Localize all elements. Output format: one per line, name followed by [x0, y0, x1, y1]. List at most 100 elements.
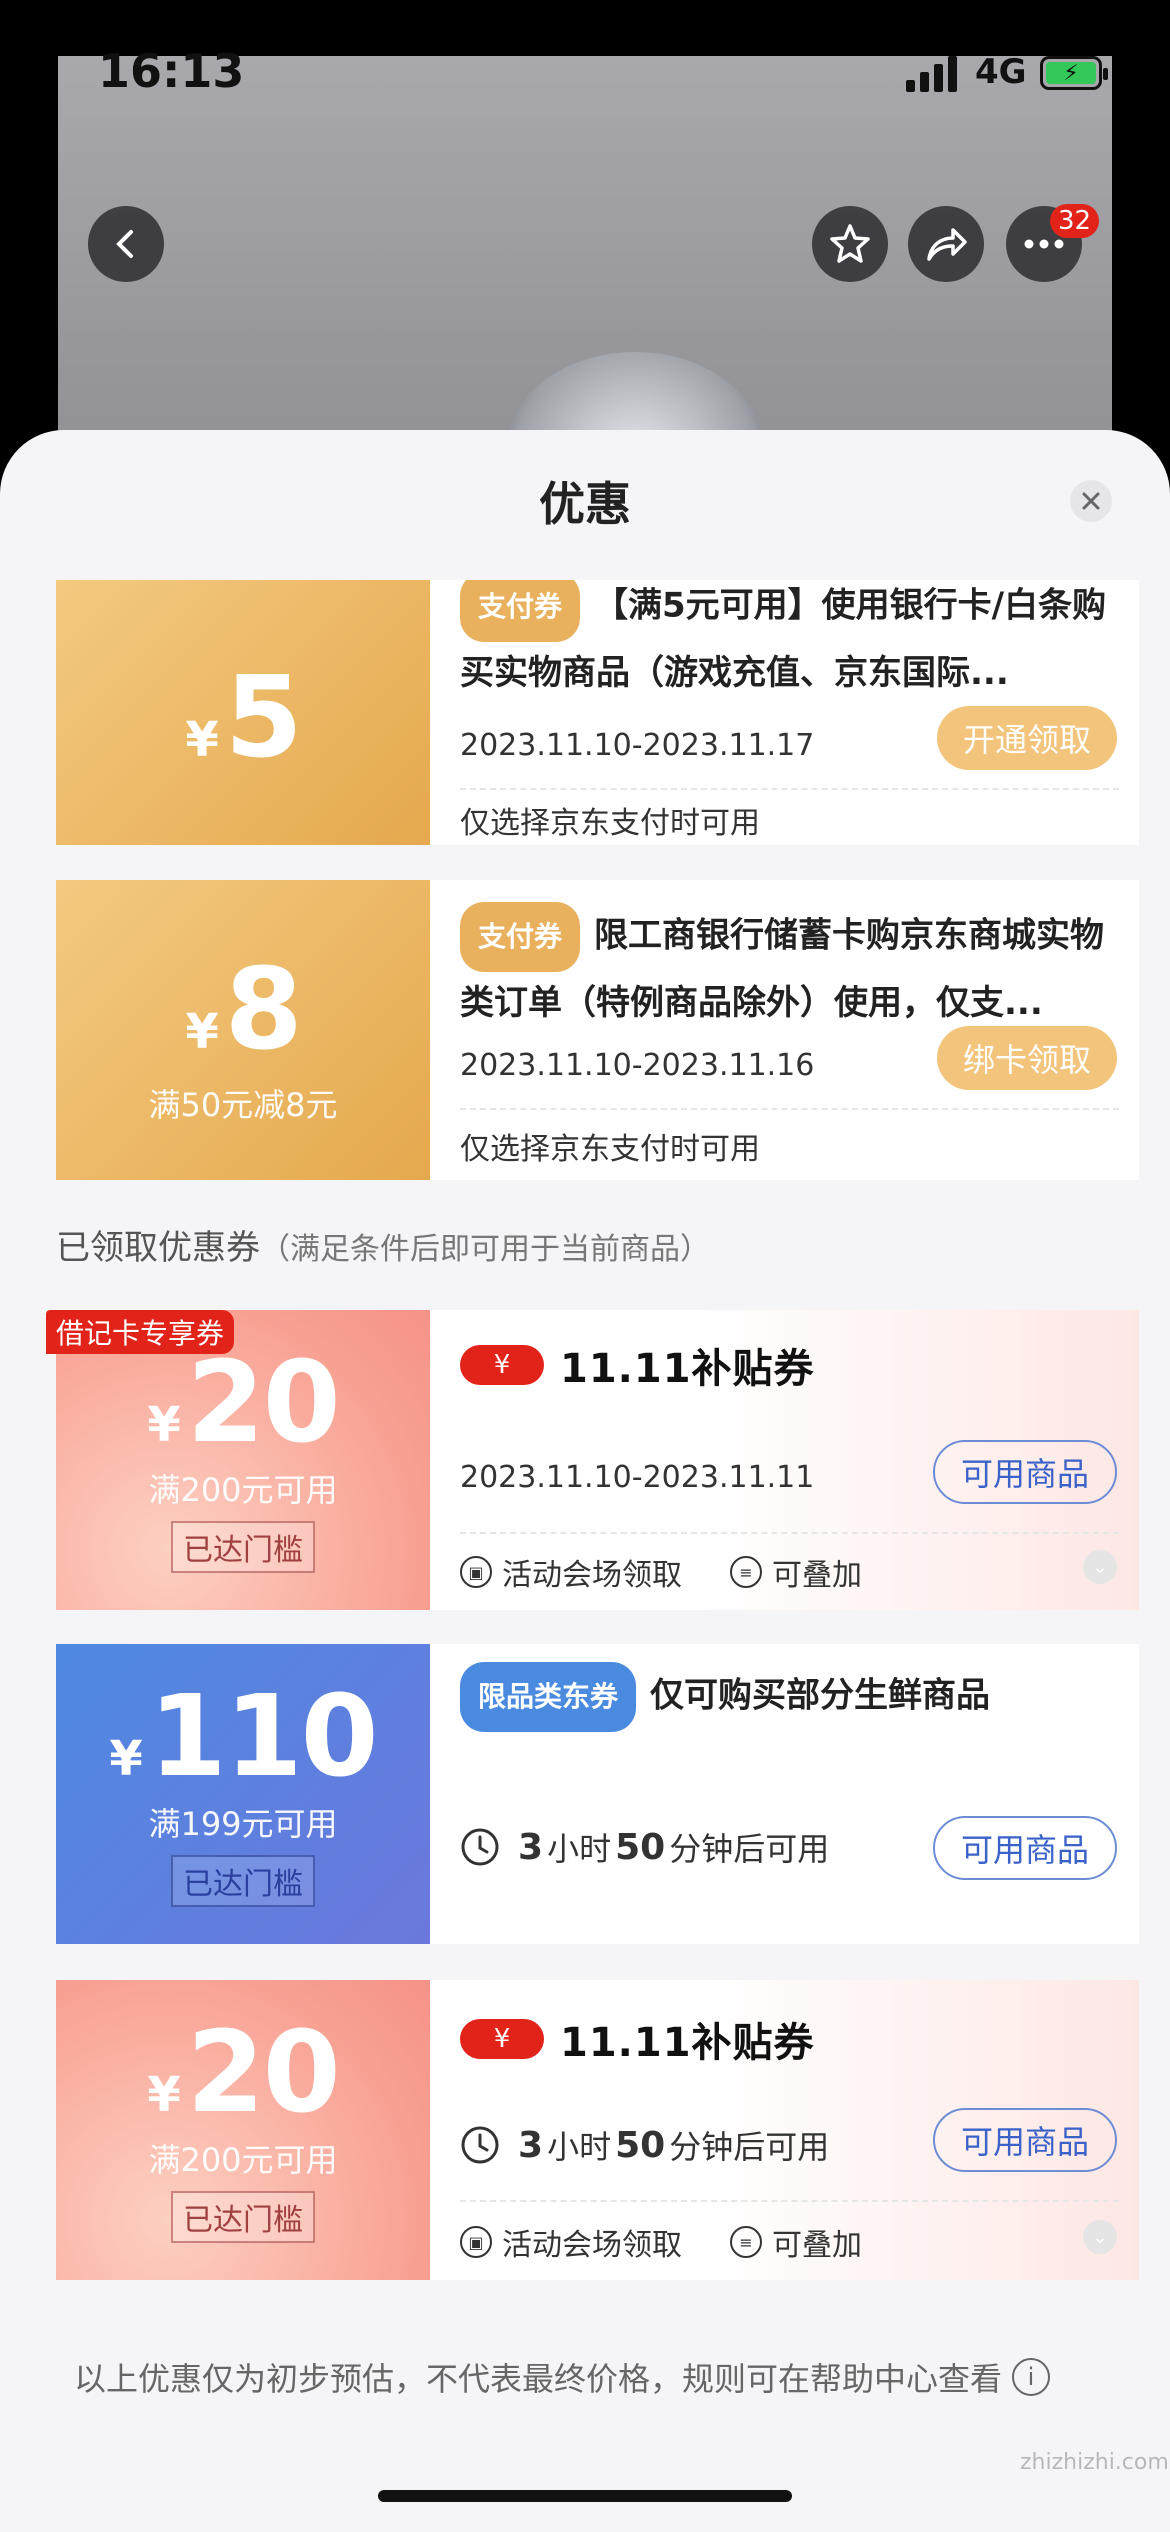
countdown-minutes-unit: 分钟后可用 — [669, 2128, 830, 2166]
share-icon — [927, 228, 967, 261]
info-icon[interactable]: i — [1012, 2358, 1051, 2396]
home-indicator[interactable] — [378, 2490, 792, 2502]
status-time: 16:13 — [98, 44, 245, 98]
coupon-value-panel: ¥ 20 满200元可用 已达门槛 — [56, 1310, 430, 1610]
available-products-button[interactable]: 可用商品 — [932, 1440, 1117, 1504]
coupon-details: ¥ 11.11补贴券 3 小时 50 分钟后可用 可用商品 ▣ 活动会场领取 ≡ 可叠… — [460, 1980, 1139, 2280]
bind-card-claim-button[interactable]: 绑卡领取 — [936, 1026, 1117, 1090]
coupon-card: ¥ 5 支付券 【满5元可用】使用银行卡/白条购买实物商品（游戏充值、京东国际..… — [56, 580, 1139, 845]
stack-icon: ≡ — [730, 1556, 762, 1588]
divider — [460, 2200, 1119, 2202]
currency-symbol: ¥ — [147, 2067, 181, 2123]
back-button[interactable] — [88, 206, 164, 282]
coupon-card: ¥ 20 满200元可用 已达门槛 ¥ 11.11补贴券 2023.11.10-… — [56, 1310, 1139, 1610]
activate-claim-button[interactable]: 开通领取 — [936, 706, 1117, 770]
subsidy-badge: ¥ 11.11补贴券 — [460, 1336, 815, 1394]
signal-icon — [906, 56, 958, 92]
countdown: 3 小时 50 分钟后可用 — [460, 2122, 829, 2168]
coupon-date: 2023.11.10-2023.11.16 — [460, 1048, 815, 1083]
subsidy-yen-icon: ¥ — [460, 1345, 544, 1385]
coupon-value-panel: ¥ 110 满199元可用 已达门槛 — [56, 1644, 430, 1944]
coupon-condition: 满50元减8元 — [148, 1086, 338, 1124]
subsidy-title: 11.11补贴券 — [560, 1346, 815, 1392]
coupon-tag: 限品类东券 — [460, 1662, 637, 1732]
coupon-value-panel: ¥ 20 满200元可用 已达门槛 — [56, 1980, 430, 2280]
chevron-left-icon — [116, 230, 133, 258]
coupon-card: ¥ 20 满200元可用 已达门槛 ¥ 11.11补贴券 3 小时 50 分钟后可用 … — [56, 1980, 1139, 2280]
coupon-date: 2023.11.10-2023.11.11 — [460, 1460, 815, 1495]
coupon-tag: 支付券 — [460, 580, 581, 642]
coupon-details: 支付券 【满5元可用】使用银行卡/白条购买实物商品（游戏充值、京东国际... 20… — [460, 580, 1139, 845]
coupon-details: ¥ 11.11补贴券 2023.11.10-2023.11.11 可用商品 ▣ … — [460, 1310, 1139, 1610]
close-button[interactable] — [1070, 480, 1112, 522]
coupon-condition: 满200元可用 — [148, 2141, 338, 2179]
expand-chevron-icon[interactable]: ⌄ — [1083, 1550, 1117, 1584]
ticket-icon: ▣ — [460, 1556, 492, 1588]
clock-icon — [461, 2126, 499, 2164]
coupon-description: 仅可购买部分生鲜商品 — [650, 1675, 991, 1716]
status-bar: 16:13 4G ⚡ — [0, 0, 1170, 110]
coupon-value-panel: ¥ 5 — [56, 580, 430, 845]
source-label: 活动会场领取 — [502, 1558, 682, 1593]
divider — [460, 1108, 1119, 1110]
sheet-title: 优惠 — [539, 477, 631, 531]
countdown: 3 小时 50 分钟后可用 — [460, 1824, 829, 1870]
countdown-minutes: 50 — [615, 1826, 666, 1868]
available-products-button[interactable]: 可用商品 — [932, 1816, 1117, 1880]
favorite-button[interactable] — [812, 206, 888, 282]
currency-symbol: ¥ — [147, 1397, 181, 1453]
countdown-minutes: 50 — [615, 2124, 666, 2166]
coupon-date: 2023.11.10-2023.11.17 — [460, 728, 815, 763]
coupon-title: 限品类东券 仅可购买部分生鲜商品 — [460, 1662, 1110, 1732]
debit-card-label: 借记卡专享券 — [46, 1310, 235, 1354]
coupon-card: ¥ 110 满199元可用 已达门槛 限品类东券 仅可购买部分生鲜商品 3 小时 50… — [56, 1644, 1139, 1944]
coupon-amount: 20 — [186, 1338, 341, 1468]
countdown-hours-unit: 小时 — [547, 1830, 612, 1868]
stackable-label: 可叠加 — [772, 2228, 862, 2263]
disclaimer: 以上优惠仅为初步预估，不代表最终价格，规则可在帮助中心查看 i — [74, 2354, 1051, 2400]
threshold-reached-label: 已达门槛 — [171, 2191, 315, 2243]
watermark: zhizhizhi.com — [1020, 2450, 1169, 2475]
coupon-tag: 支付券 — [460, 902, 581, 972]
available-products-button[interactable]: 可用商品 — [932, 2108, 1117, 2172]
more-dots-icon — [1024, 239, 1064, 249]
source-label: 活动会场领取 — [502, 2228, 682, 2263]
section-title: 已领取优惠券 — [56, 1228, 260, 1268]
coupon-title: 支付券 【满5元可用】使用银行卡/白条购买实物商品（游戏充值、京东国际... — [460, 580, 1110, 696]
divider — [460, 1532, 1119, 1534]
close-icon — [1082, 492, 1100, 510]
clock-icon — [461, 1828, 499, 1866]
currency-symbol: ¥ — [185, 1004, 219, 1060]
countdown-hours: 3 — [518, 1826, 544, 1868]
coupon-amount: 8 — [224, 945, 303, 1075]
coupon-note: 仅选择京东支付时可用 — [460, 806, 760, 841]
section-subtitle: （满足条件后即可用于当前商品） — [260, 1232, 710, 1267]
coupon-value-panel: ¥ 8 满50元减8元 — [56, 880, 430, 1180]
countdown-hours-unit: 小时 — [547, 2128, 612, 2166]
coupon-details: 限品类东券 仅可购买部分生鲜商品 3 小时 50 分钟后可用 可用商品 — [460, 1644, 1139, 1944]
divider — [460, 788, 1119, 790]
expand-chevron-icon[interactable]: ⌄ — [1083, 2220, 1117, 2254]
share-button[interactable] — [908, 206, 984, 282]
coupon-info-row: ▣ 活动会场领取 ≡ 可叠加 — [460, 2220, 862, 2264]
countdown-minutes-unit: 分钟后可用 — [669, 1830, 830, 1868]
coupon-condition: 满200元可用 — [148, 1471, 338, 1509]
coupon-amount: 110 — [148, 1672, 379, 1802]
battery-icon: ⚡ — [1040, 56, 1108, 90]
coupon-note: 仅选择京东支付时可用 — [460, 1132, 760, 1167]
subsidy-yen-icon: ¥ — [460, 2019, 544, 2059]
subsidy-badge: ¥ 11.11补贴券 — [460, 2010, 815, 2068]
offers-sheet: 优惠 ¥ 5 支付券 【满5元可用】使用银行卡/白条购买实物商品（游戏充值、京东国… — [0, 430, 1170, 2532]
screen: 16:13 4G ⚡ 32 优惠 ¥ 5 支付券 【满5元可用】使用银行卡/白条… — [0, 0, 1170, 2532]
section-header: 已领取优惠券（满足条件后即可用于当前商品） — [56, 1220, 710, 1269]
message-count-badge: 32 — [1050, 204, 1100, 238]
countdown-hours: 3 — [518, 2124, 544, 2166]
threshold-reached-label: 已达门槛 — [171, 1521, 315, 1573]
disclaimer-text: 以上优惠仅为初步预估，不代表最终价格，规则可在帮助中心查看 — [74, 2360, 1003, 2398]
coupon-card: ¥ 8 满50元减8元 支付券 限工商银行储蓄卡购京东商城实物类订单（特例商品除外… — [56, 880, 1139, 1180]
coupon-info-row: ▣ 活动会场领取 ≡ 可叠加 — [460, 1550, 862, 1594]
network-label: 4G — [975, 52, 1027, 92]
coupon-details: 支付券 限工商银行储蓄卡购京东商城实物类订单（特例商品除外）使用，仅支... 20… — [460, 880, 1139, 1180]
stack-icon: ≡ — [730, 2226, 762, 2258]
coupon-amount: 5 — [224, 652, 303, 783]
